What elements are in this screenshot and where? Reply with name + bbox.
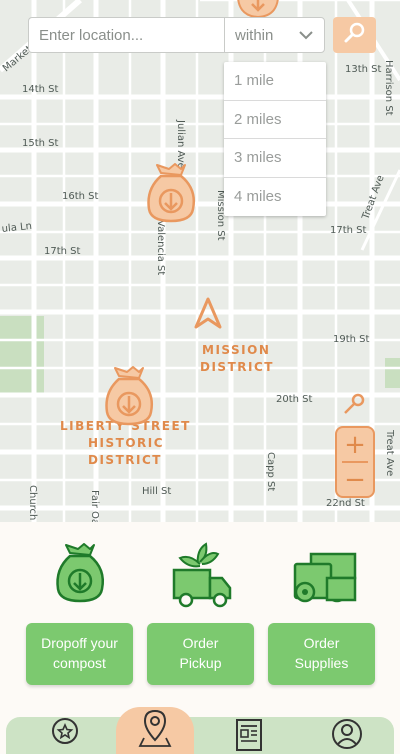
- tab-rewards[interactable]: [34, 717, 96, 754]
- street-label-treat-lower: Treat Ave: [384, 429, 395, 476]
- chevron-down-icon: [298, 28, 314, 46]
- compost-bag-icon: [52, 543, 108, 609]
- bottom-tab-bar: [6, 707, 394, 754]
- street-label-14th: 14th St: [22, 84, 59, 95]
- district-label-liberty-line2: HISTORIC: [88, 436, 164, 450]
- tab-news[interactable]: [218, 717, 280, 754]
- dropoff-label-line1: Dropoff your: [41, 635, 118, 652]
- zoom-control: + −: [335, 426, 375, 498]
- compost-pin-16th[interactable]: [145, 163, 197, 229]
- district-label-liberty-line3: DISTRICT: [88, 453, 162, 467]
- distance-option-1-mile[interactable]: 1 mile: [224, 62, 326, 101]
- street-label-17th-left: 17th St: [44, 246, 81, 257]
- street-label-harrison: Harrison St: [383, 60, 394, 116]
- street-label-hill: Hill St: [142, 486, 171, 497]
- distance-option-4-miles[interactable]: 4 miles: [224, 178, 326, 217]
- tab-map[interactable]: [124, 709, 186, 748]
- street-label-fair: Fair Oaks St: [89, 490, 100, 522]
- supplies-label-line2: Supplies: [294, 655, 349, 671]
- badge-icon: [48, 717, 82, 754]
- tab-profile[interactable]: [316, 717, 378, 754]
- location-search-input[interactable]: [28, 17, 226, 53]
- action-panel: Dropoff your compost Order Pickup Order Sup…: [0, 522, 400, 712]
- street-label-20th: 20th St: [276, 394, 313, 405]
- district-label-mission-line1: MISSION: [202, 343, 270, 357]
- street-label-church: Church: [27, 485, 38, 520]
- newspaper-icon: [232, 717, 266, 754]
- pickup-label-line2: Pickup: [179, 655, 222, 671]
- map-view[interactable]: Market 14th St 15th St 16th St 17th St 1…: [0, 0, 400, 522]
- street-label-16th: 16th St: [62, 191, 99, 202]
- magnifier-icon: [343, 21, 367, 49]
- order-pickup-button[interactable]: Order Pickup: [147, 623, 254, 685]
- compost-pin-liberty[interactable]: [103, 366, 155, 432]
- distance-option-2-miles[interactable]: 2 miles: [224, 101, 326, 139]
- pickup-label-line1: Order: [182, 635, 219, 652]
- distance-option-3-miles[interactable]: 3 miles: [224, 139, 326, 178]
- bag-rolls-icon: [291, 550, 359, 608]
- street-label-capp: Capp St: [265, 452, 276, 491]
- street-label-22nd: 22nd St: [326, 498, 365, 509]
- street-label-17th-right: 17th St: [330, 225, 367, 236]
- search-button[interactable]: [333, 17, 376, 53]
- zoom-out-button[interactable]: −: [337, 463, 373, 496]
- street-label-19th: 19th St: [333, 334, 370, 345]
- district-label-mission-line2: DISTRICT: [200, 360, 274, 374]
- key-icon[interactable]: [344, 393, 365, 414]
- distance-select[interactable]: within: [224, 17, 325, 53]
- order-supplies-button[interactable]: Order Supplies: [268, 623, 375, 685]
- map-pin-icon: [138, 708, 172, 752]
- dropoff-compost-button[interactable]: Dropoff your compost: [26, 623, 133, 685]
- profile-icon: [330, 717, 364, 754]
- supplies-label-line1: Order: [303, 635, 340, 652]
- street-label-15th: 15th St: [22, 138, 59, 149]
- street-label-julian: Julian Ave: [175, 119, 186, 169]
- distance-select-label: within: [235, 26, 274, 44]
- distance-dropdown-menu: 1 mile 2 miles 3 miles 4 miles: [224, 62, 326, 216]
- pickup-truck-icon: [170, 540, 234, 614]
- zoom-in-button[interactable]: +: [337, 428, 373, 461]
- dropoff-label-line2: compost: [53, 655, 106, 671]
- street-label-13th: 13th St: [345, 64, 382, 75]
